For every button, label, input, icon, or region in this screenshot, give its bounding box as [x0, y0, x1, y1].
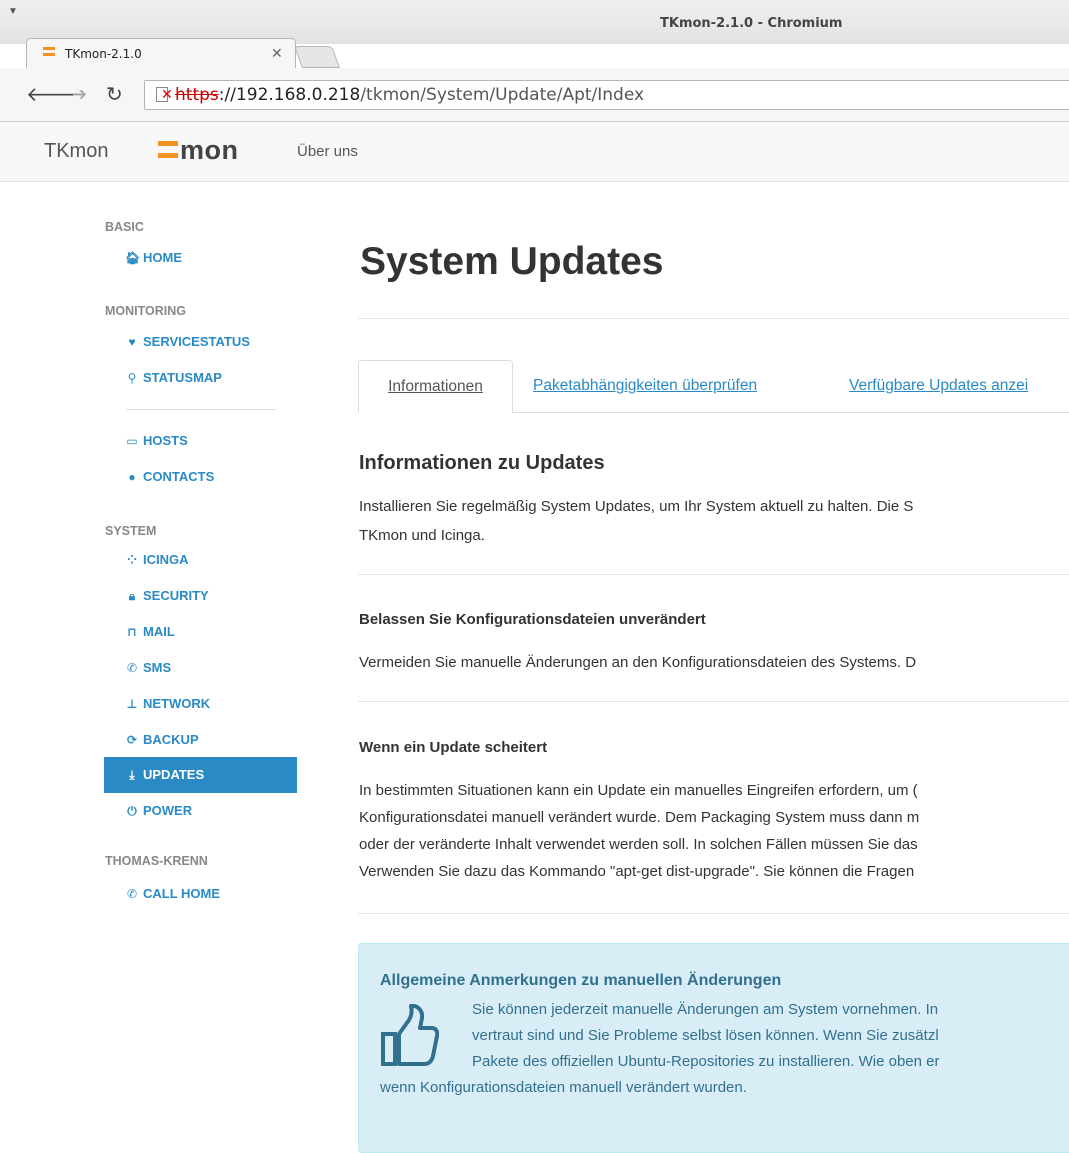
sidebar-item-label: HOME [143, 250, 182, 265]
sidebar-section-basic: BASIC [105, 220, 144, 234]
scheitert-text-line: oder der veränderte Inhalt verwendet wer… [359, 836, 918, 853]
section-divider [358, 701, 1069, 702]
alert-text-line: wenn Konfigurationsdateien manuell verän… [380, 1079, 747, 1096]
sidebar-item-label: SERVICESTATUS [143, 334, 250, 349]
sidebar-item-label: SMS [143, 660, 172, 675]
browser-toolbar: 🡐 ➔ ↻ ✕ https://192.168.0.218/tkmon/Syst… [0, 68, 1069, 122]
sidebar-item-security[interactable]: 🔒︎ SECURITY [104, 578, 297, 614]
sidebar-item-icinga[interactable]: ⁘ ICINGA [104, 542, 297, 578]
section-divider [358, 913, 1069, 914]
tkmon-favicon-icon [43, 47, 55, 61]
tab-paketabhaengigkeiten[interactable]: Paketabhängigkeiten überprüfen [533, 360, 757, 413]
sidebar-item-sms[interactable]: ✆ SMS [104, 650, 297, 686]
tab-informationen[interactable]: Informationen [358, 360, 513, 413]
alert-text-line: Sie können jederzeit manuelle Änderungen… [472, 1001, 939, 1018]
sidebar-item-label: SECURITY [143, 588, 209, 603]
info-alert: Allgemeine Anmerkungen zu manuellen Ände… [358, 943, 1069, 1153]
logo-text: mon [180, 135, 239, 165]
download-icon: ⤓ [129, 768, 135, 782]
scheitert-text-line: Konfigurationsdatei manuell verändert wu… [359, 809, 920, 826]
sidebar-section-thomas-krenn: THOMAS-KRENN [105, 854, 208, 868]
sidebar-item-label: CALL HOME [143, 886, 221, 901]
sidebar-item-servicestatus[interactable]: ♥ SERVICESTATUS [104, 324, 297, 360]
tab-verfuegbare-updates[interactable]: Verfügbare Updates anzei [849, 360, 1028, 413]
sidebar-item-label: HOSTS [143, 433, 188, 448]
sidebar-item-hosts[interactable]: ▭ HOSTS [104, 423, 297, 459]
alert-text-line: Pakete des offiziellen Ubuntu-Repositori… [472, 1053, 940, 1070]
scheitert-text-line: Verwenden Sie dazu das Kommando "apt-get… [359, 863, 915, 880]
sidebar-item-label: NETWORK [143, 696, 211, 711]
tab-close-icon[interactable]: ✕ [271, 45, 283, 62]
home-icon: 🏠︎ [125, 251, 141, 265]
info-text-line: Installieren Sie regelmäßig System Updat… [359, 498, 914, 515]
sidebar-item-mail[interactable]: ⊓ MAIL [104, 614, 297, 650]
inbox-icon: ⊓ [127, 625, 137, 639]
section-heading-scheitert: Wenn ein Update scheitert [359, 739, 548, 756]
browser-tab[interactable]: TKmon-2.1.0 ✕ [26, 38, 296, 68]
sidebar-item-statusmap[interactable]: ⚲ STATUSMAP [104, 360, 297, 396]
alert-text-line: vertraut sind und Sie Probleme selbst lö… [472, 1027, 939, 1044]
insecure-lock-icon[interactable]: ✕ [155, 86, 173, 103]
forward-arrow-icon[interactable]: ➔ [72, 84, 87, 105]
reload-icon[interactable]: ↻ [106, 82, 123, 107]
sidebar-item-label: CONTACTS [143, 469, 215, 484]
thumbs-up-icon [381, 1004, 439, 1066]
sidebar-item-call-home[interactable]: ✆ CALL HOME [104, 876, 297, 912]
sidebar-item-label: ICINGA [143, 552, 189, 567]
phone-icon: ✆ [126, 887, 138, 901]
sidebar-section-system: SYSTEM [105, 524, 157, 538]
sidebar-divider [126, 409, 276, 410]
heart-icon: ♥ [128, 335, 136, 349]
app-navbar: TKmon mon Über uns [0, 122, 1069, 182]
phone-icon: ✆ [126, 661, 138, 675]
lock-icon: 🔒︎ [128, 589, 136, 603]
address-bar[interactable]: ✕ https://192.168.0.218/tkmon/System/Upd… [144, 80, 1069, 110]
window-title: TKmon-2.1.0 - Chromium [660, 16, 843, 31]
power-icon: ⏻ [127, 804, 137, 818]
sidebar-item-label: MAIL [143, 624, 175, 639]
belassen-text: Vermeiden Sie manuelle Änderungen an den… [359, 654, 917, 671]
sidebar-item-label: POWER [143, 803, 193, 818]
user-icon: ● [128, 470, 136, 484]
info-text-line: TKmon und Icinga. [359, 527, 485, 544]
sidebar-item-home[interactable]: 🏠︎ HOME [104, 240, 297, 276]
sitemap-icon: ⊥ [126, 697, 138, 711]
sidebar-item-label: STATUSMAP [143, 370, 222, 385]
sidebar-item-label: UPDATES [143, 767, 205, 782]
icinga-icon: ⁘ [126, 553, 138, 567]
brand-name[interactable]: TKmon [44, 140, 108, 163]
tab-title: TKmon-2.1.0 [65, 47, 142, 61]
new-tab-button[interactable] [293, 46, 341, 68]
scheitert-text-line: In bestimmten Situationen kann ein Updat… [359, 782, 918, 799]
sidebar-item-contacts[interactable]: ● CONTACTS [104, 459, 297, 495]
sidebar-item-backup[interactable]: ⟳ BACKUP [104, 722, 297, 758]
sidebar-item-updates[interactable]: ⤓ UPDATES [104, 757, 297, 793]
logo-bars-icon [158, 141, 178, 165]
map-marker-icon: ⚲ [127, 371, 137, 385]
sidebar-item-power[interactable]: ⏻ POWER [104, 793, 297, 829]
alert-title: Allgemeine Anmerkungen zu manuellen Ände… [380, 972, 782, 989]
sidebar-item-network[interactable]: ⊥ NETWORK [104, 686, 297, 722]
section-divider [358, 574, 1069, 575]
tab-bar: Informationen Paketabhängigkeiten überpr… [358, 360, 1069, 413]
section-heading-info: Informationen zu Updates [359, 452, 605, 474]
title-divider [358, 318, 1069, 319]
monitor-icon: ▭ [126, 434, 138, 448]
page-title: System Updates [360, 240, 664, 283]
refresh-icon: ⟳ [126, 733, 138, 747]
nav-link-about[interactable]: Über uns [297, 143, 358, 160]
section-heading-belassen: Belassen Sie Konfigurationsdateien unver… [359, 611, 706, 628]
sidebar-item-label: BACKUP [143, 732, 199, 747]
url-text[interactable]: https://192.168.0.218/tkmon/System/Updat… [175, 85, 644, 105]
sidebar-section-monitoring: MONITORING [105, 304, 187, 318]
